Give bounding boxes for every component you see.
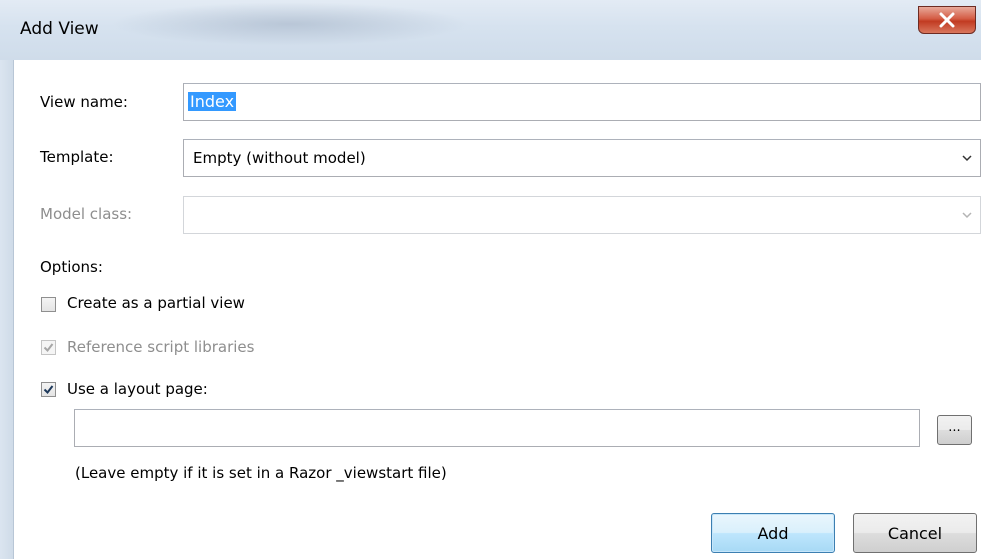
add-button[interactable]: Add	[711, 513, 835, 553]
chevron-down-icon	[962, 155, 972, 162]
browse-button[interactable]: ...	[937, 415, 972, 445]
close-icon	[939, 12, 955, 28]
layout-page-input[interactable]	[74, 409, 920, 447]
options-heading: Options:	[40, 258, 103, 276]
check-icon	[43, 343, 54, 353]
dialog-title: Add View	[20, 19, 99, 39]
partial-view-checkbox[interactable]	[41, 297, 56, 312]
title-bar: Add View	[0, 0, 981, 60]
chevron-down-icon	[962, 212, 972, 219]
view-name-value: Index	[188, 92, 237, 111]
check-icon	[43, 385, 54, 395]
view-name-label: View name:	[40, 93, 128, 111]
layout-hint-text: (Leave empty if it is set in a Razor _vi…	[75, 464, 447, 482]
template-label: Template:	[40, 148, 114, 166]
layout-page-label[interactable]: Use a layout page:	[67, 380, 208, 398]
script-libraries-label: Reference script libraries	[67, 338, 255, 356]
cancel-button[interactable]: Cancel	[853, 513, 977, 553]
close-button[interactable]	[918, 6, 976, 34]
template-value: Empty (without model)	[193, 149, 366, 167]
view-name-input[interactable]: Index	[183, 83, 981, 121]
title-bar-blur	[110, 2, 470, 46]
model-class-select	[183, 196, 981, 234]
script-libraries-checkbox	[41, 340, 56, 355]
partial-view-label[interactable]: Create as a partial view	[67, 294, 245, 312]
model-class-label: Model class:	[40, 205, 133, 223]
layout-page-checkbox[interactable]	[41, 382, 56, 397]
template-select[interactable]: Empty (without model)	[183, 139, 981, 177]
window-frame-left	[0, 60, 13, 559]
